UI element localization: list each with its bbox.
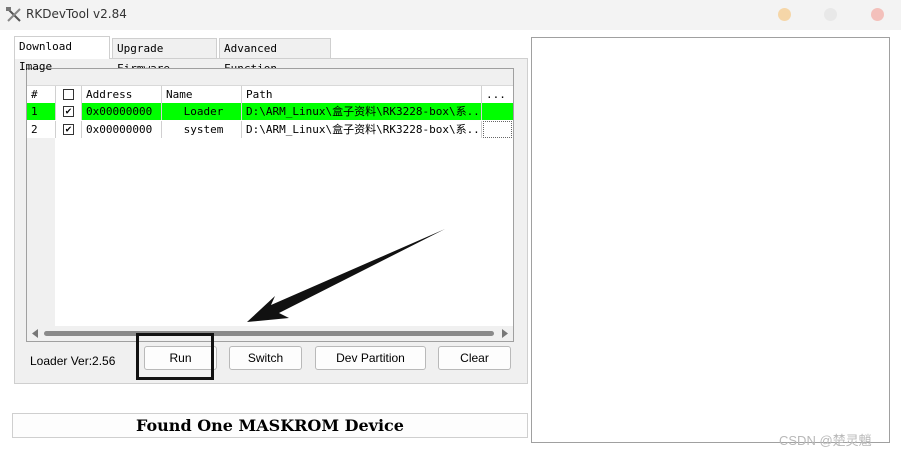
list-header: # Address Name Path ... [27,86,513,104]
loader-version-label: Loader Ver:2.56 [30,354,116,368]
row-browse[interactable] [483,121,512,138]
rk-tool-icon [5,6,23,24]
row-checkbox-cell[interactable]: ✔ [56,103,82,120]
row-path[interactable]: D:\ARM_Linux\盒子资料\RK3228-box\系... [242,121,482,138]
scroll-left-icon[interactable] [31,329,39,338]
header-name[interactable]: Name [162,86,242,103]
list-empty-gutter [27,138,55,326]
clear-button[interactable]: Clear [438,346,511,370]
select-all-checkbox[interactable] [63,89,74,100]
header-num[interactable]: # [27,86,56,103]
row-name[interactable]: system [162,121,242,138]
header-address[interactable]: Address [82,86,162,103]
close-button[interactable] [871,8,884,21]
maximize-button[interactable] [824,8,837,21]
row-checkbox[interactable]: ✔ [63,106,74,117]
scrollbar-thumb[interactable] [44,331,494,336]
title-bar [0,0,901,30]
window-title: RKDevTool v2.84 [26,7,127,21]
status-bar: Found One MASKROM Device [12,413,528,438]
row-num: 1 [27,103,56,120]
row-name[interactable]: Loader [162,103,242,120]
log-pane[interactable] [531,37,890,443]
run-highlight-box [136,333,214,380]
dev-partition-button[interactable]: Dev Partition [315,346,426,370]
switch-button[interactable]: Switch [229,346,302,370]
row-address[interactable]: 0x00000000 [82,121,162,138]
row-num: 2 [27,121,56,138]
row-browse[interactable] [482,103,513,120]
row-checkbox[interactable]: ✔ [63,124,74,135]
scroll-right-icon[interactable] [501,329,509,338]
header-path[interactable]: Path [242,86,482,103]
row-address[interactable]: 0x00000000 [82,103,162,120]
list-top-bar [27,69,513,86]
tab-download-image[interactable]: Download Image [14,36,110,73]
row-checkbox-cell[interactable]: ✔ [56,121,82,138]
header-select-all[interactable] [56,86,82,103]
tab-upgrade-firmware[interactable]: Upgrade Firmware [112,38,217,75]
header-more[interactable]: ... [482,86,513,103]
table-row[interactable]: 2 ✔ 0x00000000 system D:\ARM_Linux\盒子资料\… [27,121,513,138]
table-row[interactable]: 1 ✔ 0x00000000 Loader D:\ARM_Linux\盒子资料\… [27,103,513,120]
watermark: CSDN @楚灵魈 [779,433,872,448]
minimize-button[interactable] [778,8,791,21]
tab-advanced-function[interactable]: Advanced Function [219,38,331,75]
row-path[interactable]: D:\ARM_Linux\盒子资料\RK3228-box\系... [242,103,482,120]
